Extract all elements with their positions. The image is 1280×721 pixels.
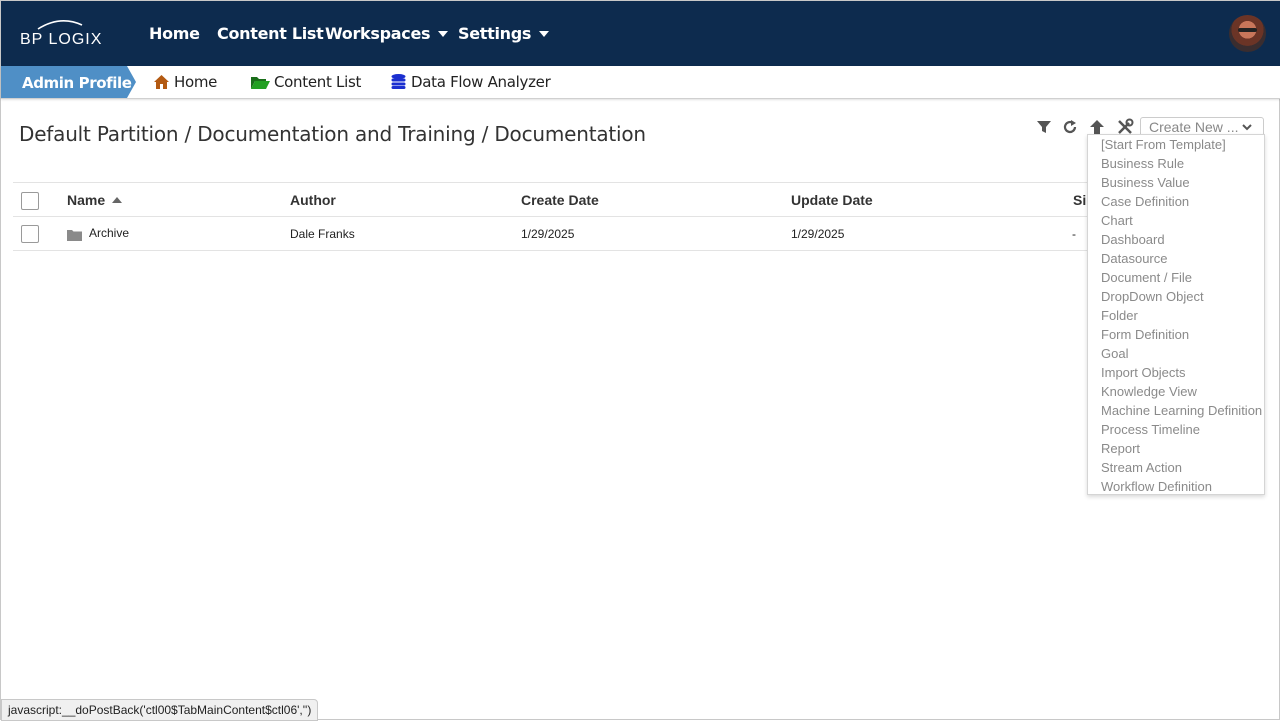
select-all-checkbox[interactable] (21, 192, 39, 210)
menu-item-stream-action[interactable]: Stream Action (1088, 458, 1264, 477)
tab-home[interactable]: Home (153, 73, 217, 91)
menu-item-folder[interactable]: Folder (1088, 306, 1264, 325)
tab-content-list-label: Content List (274, 73, 362, 91)
menu-item-start-from-template[interactable]: [Start From Template] (1088, 135, 1264, 154)
database-icon (391, 74, 406, 89)
create-new-label: Create New ... (1149, 119, 1239, 135)
nav-workspaces[interactable]: Workspaces (325, 24, 449, 43)
content-table: Name Author Create Date Update Date Si A… (13, 182, 1103, 251)
tab-data-flow-analyzer-label: Data Flow Analyzer (411, 73, 551, 91)
tab-bar: Admin Profile Home Content List Data Flo… (1, 66, 1280, 99)
menu-item-dropdown-object[interactable]: DropDown Object (1088, 287, 1264, 306)
menu-item-machine-learning-definition[interactable]: Machine Learning Definition (1088, 401, 1264, 420)
row-size: - (1072, 227, 1076, 241)
row-name[interactable]: Archive (89, 226, 129, 240)
top-navbar: BP LOGIX Home Content List Workspaces Se… (1, 1, 1280, 66)
tab-content-list[interactable]: Content List (250, 73, 361, 91)
column-header-name[interactable]: Name (67, 192, 123, 208)
admin-profile-tab[interactable]: Admin Profile (1, 66, 136, 98)
menu-item-document-file[interactable]: Document / File (1088, 268, 1264, 287)
menu-item-workflow-definition[interactable]: Workflow Definition (1088, 477, 1264, 496)
bplogix-logo[interactable]: BP LOGIX (20, 19, 110, 49)
home-icon (154, 75, 169, 89)
create-new-menu: [Start From Template] Business Rule Busi… (1087, 134, 1265, 495)
folder-open-icon (251, 77, 270, 89)
column-header-update-date[interactable]: Update Date (791, 192, 873, 208)
menu-item-dashboard[interactable]: Dashboard (1088, 230, 1264, 249)
row-create-date: 1/29/2025 (521, 227, 575, 241)
menu-item-case-definition[interactable]: Case Definition (1088, 192, 1264, 211)
column-header-author[interactable]: Author (290, 192, 336, 208)
nav-content-list[interactable]: Content List (217, 24, 324, 43)
nav-settings[interactable]: Settings (458, 24, 550, 43)
menu-item-business-value[interactable]: Business Value (1088, 173, 1264, 192)
nav-content-list-label: Content List (217, 24, 324, 43)
nav-home-label: Home (149, 24, 200, 43)
user-avatar[interactable] (1229, 15, 1266, 52)
refresh-icon[interactable] (1061, 118, 1079, 136)
table-header: Name Author Create Date Update Date Si (13, 183, 1103, 217)
menu-item-process-timeline[interactable]: Process Timeline (1088, 420, 1264, 439)
column-name-label: Name (67, 192, 106, 208)
tab-data-flow-analyzer[interactable]: Data Flow Analyzer (390, 73, 551, 91)
status-bar: javascript:__doPostBack('ctl00$TabMainCo… (1, 699, 319, 721)
admin-profile-label: Admin Profile (22, 74, 132, 92)
svg-text:BP LOGIX: BP LOGIX (20, 31, 102, 48)
row-author: Dale Franks (290, 227, 355, 241)
menu-item-knowledge-view[interactable]: Knowledge View (1088, 382, 1264, 401)
table-row[interactable]: Archive Dale Franks 1/29/2025 1/29/2025 … (13, 217, 1103, 251)
app-window: BP LOGIX Home Content List Workspaces Se… (0, 0, 1280, 721)
nav-settings-label: Settings (458, 24, 532, 43)
menu-item-goal[interactable]: Goal (1088, 344, 1264, 363)
chevron-down-icon (438, 30, 449, 37)
folder-icon (67, 230, 82, 241)
menu-item-import-objects[interactable]: Import Objects (1088, 363, 1264, 382)
menu-item-report[interactable]: Report (1088, 439, 1264, 458)
tab-home-label: Home (174, 73, 218, 91)
column-header-create-date[interactable]: Create Date (521, 192, 599, 208)
row-checkbox[interactable] (21, 225, 39, 243)
menu-item-chart[interactable]: Chart (1088, 211, 1264, 230)
filter-icon[interactable] (1035, 118, 1053, 136)
menu-item-business-rule[interactable]: Business Rule (1088, 154, 1264, 173)
page-title: Default Partition / Documentation and Tr… (19, 122, 646, 146)
chevron-down-icon (1242, 124, 1252, 131)
menu-item-form-definition[interactable]: Form Definition (1088, 325, 1264, 344)
chevron-down-icon (539, 30, 550, 37)
sort-ascending-icon (112, 197, 123, 203)
nav-home[interactable]: Home (149, 24, 200, 43)
nav-workspaces-label: Workspaces (325, 24, 431, 43)
row-update-date: 1/29/2025 (791, 227, 845, 241)
column-header-size[interactable]: Si (1073, 192, 1086, 208)
menu-item-datasource[interactable]: Datasource (1088, 249, 1264, 268)
